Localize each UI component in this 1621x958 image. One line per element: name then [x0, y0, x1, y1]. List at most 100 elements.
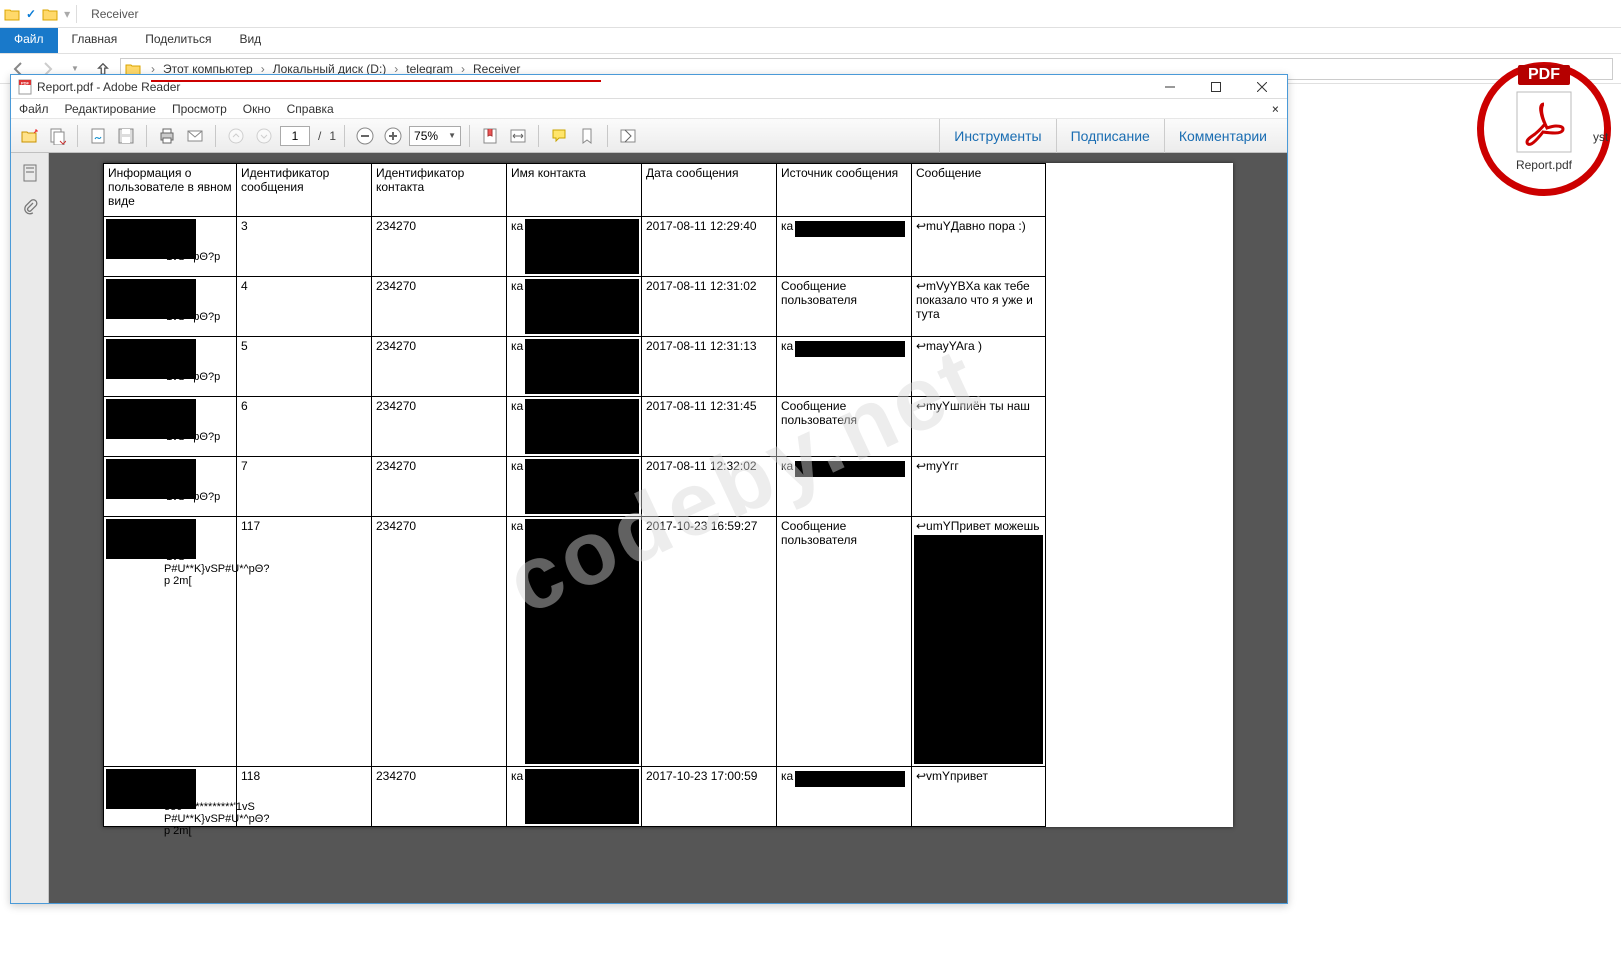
cell-date: 2017-08-11 12:32:02	[642, 457, 777, 517]
ribbon-tab-view[interactable]: Вид	[225, 28, 275, 53]
table-row: '1vS ^pΘ?p5234270ка2017-08-11 12:31:13ка…	[104, 337, 1046, 397]
check-icon: ✓	[26, 7, 36, 21]
sign-link[interactable]: Подписание	[1056, 119, 1164, 153]
cell-contact-name: ка	[507, 337, 642, 397]
table-row: '1vS ^pΘ?p4234270ка2017-08-11 12:31:02Со…	[104, 277, 1046, 337]
bookmark-button[interactable]	[478, 124, 502, 148]
cell-msg-id: 117	[237, 517, 372, 767]
page-viewport[interactable]: Информация о пользователе в явном видеИд…	[49, 153, 1287, 903]
cell-message: ↩mayYAга )	[912, 337, 1046, 397]
pdf-icon: PDF	[17, 79, 33, 95]
cell-contact-id: 234270	[372, 277, 507, 337]
highlight-underline	[151, 80, 601, 82]
comments-link[interactable]: Комментарии	[1164, 119, 1281, 153]
menu-view[interactable]: Просмотр	[172, 102, 227, 116]
table-row: '1vS ^pΘ?p7234270ка2017-08-11 12:32:02ка…	[104, 457, 1046, 517]
save-button[interactable]	[114, 124, 138, 148]
cell-contact-id: 234270	[372, 217, 507, 277]
cell-user-info: '1vS P#U**K}vSP#U*^pΘ?p 2m[	[104, 517, 237, 767]
cell-date: 2017-10-23 16:59:27	[642, 517, 777, 767]
reader-menubar: Файл Редактирование Просмотр Окно Справк…	[11, 99, 1287, 119]
table-header: Источник сообщения	[777, 164, 912, 217]
menu-edit[interactable]: Редактирование	[65, 102, 156, 116]
cell-msg-id: 4	[237, 277, 372, 337]
zoom-in-button[interactable]	[381, 124, 405, 148]
cell-message: ↩umYПривет можешь	[912, 517, 1046, 767]
cell-source: ка	[777, 217, 912, 277]
folder-icon	[4, 7, 20, 21]
menu-window[interactable]: Окно	[243, 102, 271, 116]
cell-contact-name: ка	[507, 457, 642, 517]
cell-message: ↩myYшпиён ты наш	[912, 397, 1046, 457]
cell-contact-id: 234270	[372, 517, 507, 767]
open-button[interactable]	[17, 124, 41, 148]
qat-dropdown-icon[interactable]: ▾	[64, 7, 70, 21]
read-mode-button[interactable]	[616, 124, 640, 148]
cell-user-info: '1vS ^pΘ?p	[104, 397, 237, 457]
cell-message: ↩myYгг	[912, 457, 1046, 517]
page-total: 1	[329, 129, 336, 143]
cell-message: ↩muYДавно пора :)	[912, 217, 1046, 277]
cell-msg-id: 3	[237, 217, 372, 277]
ribbon-tab-home[interactable]: Главная	[58, 28, 132, 53]
cell-msg-id: 6	[237, 397, 372, 457]
cell-user-info: '1vS ^pΘ?p	[104, 337, 237, 397]
table-header: Дата сообщения	[642, 164, 777, 217]
attachments-icon[interactable]	[20, 197, 40, 217]
page-up-button[interactable]	[224, 124, 248, 148]
email-button[interactable]	[183, 124, 207, 148]
cell-date: 2017-08-11 12:31:13	[642, 337, 777, 397]
minimize-button[interactable]	[1147, 76, 1193, 98]
cell-contact-id: 234270	[372, 767, 507, 827]
zoom-level-select[interactable]: 75%▼	[409, 126, 461, 146]
cell-contact-name: ка	[507, 517, 642, 767]
truncated-text: yst	[1593, 130, 1621, 144]
cell-contact-id: 234270	[372, 337, 507, 397]
cell-user-info: '1vS ^pΘ?p	[104, 457, 237, 517]
sign-button[interactable]	[86, 124, 110, 148]
desktop-pdf-label: Report.pdf	[1516, 158, 1572, 172]
page-down-button[interactable]	[252, 124, 276, 148]
tools-link[interactable]: Инструменты	[939, 119, 1055, 153]
page-current-input[interactable]	[280, 126, 310, 146]
explorer-titlebar: ✓ ▾ Receiver	[0, 0, 1621, 28]
adobe-reader-icon	[1509, 86, 1579, 156]
menubar-close-icon[interactable]: ×	[1272, 102, 1279, 116]
menu-help[interactable]: Справка	[287, 102, 334, 116]
highlight-button[interactable]	[575, 124, 599, 148]
ribbon-tab-file[interactable]: Файл	[0, 28, 58, 53]
print-button[interactable]	[155, 124, 179, 148]
table-header: Идентификатор сообщения	[237, 164, 372, 217]
cell-source: ка	[777, 337, 912, 397]
comment-button[interactable]	[547, 124, 571, 148]
cell-contact-name: ка	[507, 217, 642, 277]
cell-source: Сообщение пользователя	[777, 277, 912, 337]
chevron-down-icon: ▼	[448, 131, 456, 140]
cell-contact-name: ка	[507, 767, 642, 827]
cell-date: 2017-08-11 12:31:02	[642, 277, 777, 337]
ribbon-tab-share[interactable]: Поделиться	[131, 28, 225, 53]
cell-msg-id: 7	[237, 457, 372, 517]
explorer-ribbon: Файл Главная Поделиться Вид	[0, 28, 1621, 54]
reader-title: Report.pdf - Adobe Reader	[37, 80, 180, 94]
close-button[interactable]	[1239, 76, 1285, 98]
table-header: Сообщение	[912, 164, 1046, 217]
cell-contact-id: 234270	[372, 397, 507, 457]
cell-user-info: '1vS ^pΘ?p	[104, 217, 237, 277]
thumbnails-icon[interactable]	[20, 163, 40, 183]
pdf-page: Информация о пользователе в явном видеИд…	[103, 163, 1233, 827]
menu-file[interactable]: Файл	[19, 102, 49, 116]
zoom-out-button[interactable]	[353, 124, 377, 148]
fit-width-button[interactable]	[506, 124, 530, 148]
reader-toolbar: / 1 75%▼ Инструменты Подписание Коммента…	[11, 119, 1287, 153]
cell-contact-name: ка	[507, 397, 642, 457]
table-row: '1vS ^pΘ?p6234270ка2017-08-11 12:31:45Со…	[104, 397, 1046, 457]
save-copy-button[interactable]	[45, 124, 69, 148]
table-row: '1vS ^pΘ?p3234270ка2017-08-11 12:29:40ка…	[104, 217, 1046, 277]
cell-message: ↩vmYпривет	[912, 767, 1046, 827]
maximize-button[interactable]	[1193, 76, 1239, 98]
pdf-badge: PDF	[1518, 65, 1570, 85]
desktop-pdf-shortcut[interactable]: PDF Report.pdf	[1477, 62, 1611, 196]
page-separator: /	[314, 129, 325, 143]
cell-source: Сообщение пользователя	[777, 517, 912, 767]
